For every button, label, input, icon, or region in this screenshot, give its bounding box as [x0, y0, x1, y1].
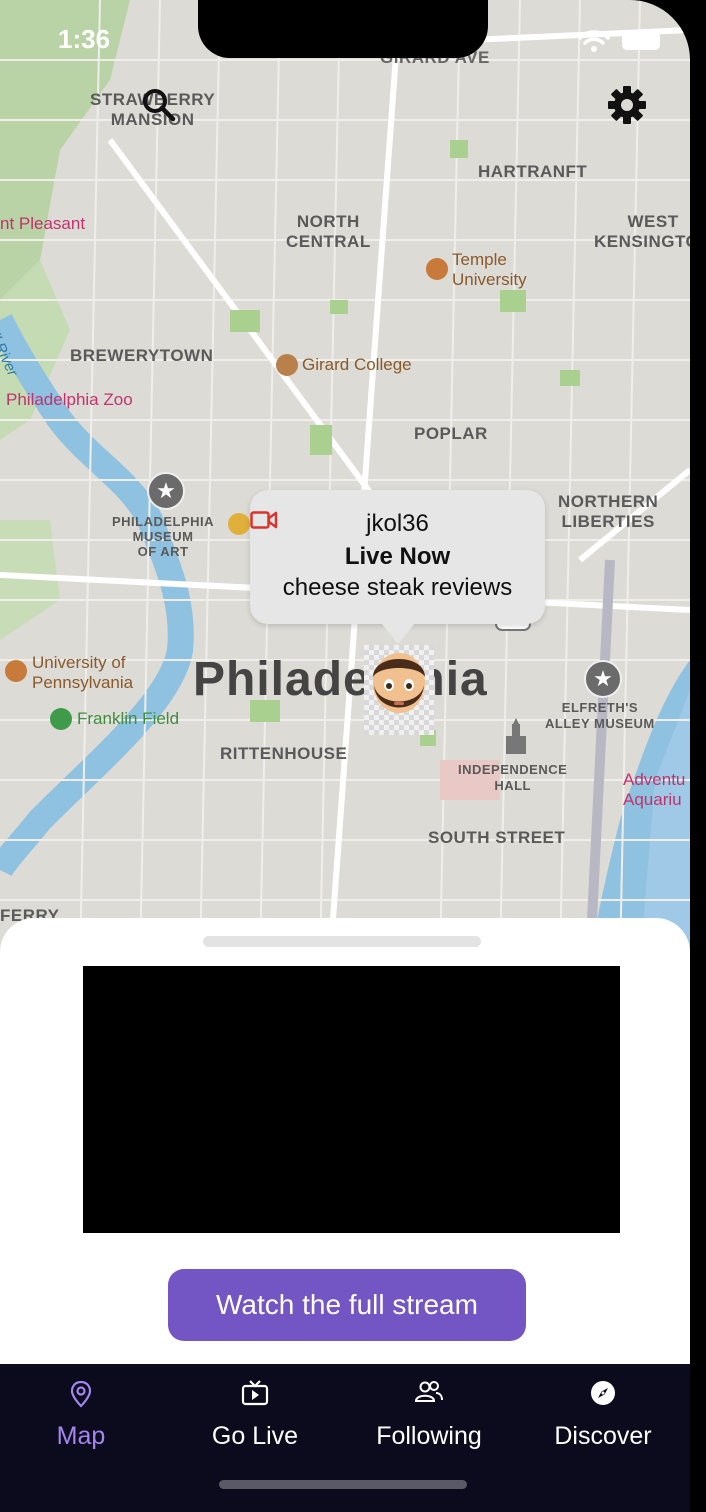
map-background — [0, 0, 690, 960]
map-label-elfreths: ELFRETH'S ALLEY MUSEUM — [545, 700, 655, 731]
university-icon — [426, 258, 448, 280]
phone-frame: STRAWBERRYMANSION GIRARD AVE HARTRANFT N… — [0, 0, 706, 1512]
map-label-northern-liberties: NORTHERN LIBERTIES — [558, 492, 659, 531]
map-label-brewerytown: BREWERYTOWN — [70, 346, 214, 365]
map-view[interactable]: STRAWBERRYMANSION GIRARD AVE HARTRANFT N… — [0, 0, 690, 960]
people-icon — [414, 1381, 443, 1402]
poi-mount-pleasant: nt Pleasant — [0, 214, 86, 233]
battery-icon — [622, 32, 660, 50]
wifi-icon — [578, 30, 610, 52]
shopping-cart-icon — [228, 513, 250, 535]
tab-following[interactable]: Following — [343, 1364, 515, 1464]
map-label-west-kensington: WESTKENSINGTON — [594, 212, 690, 251]
app-screen: STRAWBERRYMANSION GIRARD AVE HARTRANFT N… — [0, 0, 690, 1512]
star-landmark-icon-2: ★ — [584, 660, 622, 698]
callout-stream-title: cheese steak reviews — [282, 574, 513, 601]
poi-girard-college: Girard College — [302, 355, 412, 374]
university-icon-2 — [5, 660, 27, 682]
map-label-south-street: SOUTH STREET — [428, 828, 566, 847]
tab-following-label: Following — [376, 1422, 482, 1450]
building-icon — [506, 718, 526, 754]
home-indicator — [219, 1480, 467, 1489]
map-label-poplar: POPLAR — [414, 424, 488, 443]
tab-map-label: Map — [56, 1422, 106, 1450]
map-label-independence-hall: INDEPENDENCE HALL — [458, 762, 568, 793]
device-notch — [198, 0, 488, 58]
poi-upenn: University of Pennsylvania — [32, 653, 134, 692]
video-camera-icon — [250, 511, 278, 529]
stadium-icon — [50, 708, 72, 730]
stream-preview-sheet: Watch the full stream — [0, 918, 690, 1364]
map-label-rittenhouse: RITTENHOUSE — [220, 744, 348, 763]
tab-go-live-label: Go Live — [211, 1422, 299, 1450]
sheet-grabber[interactable] — [203, 936, 481, 947]
landmark-icon — [276, 354, 298, 376]
live-stream-callout[interactable]: jkol36 Live Now cheese steak reviews — [250, 490, 545, 644]
status-icons — [578, 30, 660, 52]
map-label-hartranft: HARTRANFT — [478, 162, 588, 181]
tab-map[interactable]: Map — [0, 1364, 167, 1464]
map-pin-icon — [70, 1380, 92, 1408]
status-time: 1:36 — [58, 24, 111, 54]
compass-icon — [591, 1381, 615, 1405]
map-city-label: Philadelphia — [193, 653, 488, 706]
map-label-north-central: NORTH CENTRAL — [286, 212, 371, 251]
callout-username: jkol36 — [366, 510, 429, 537]
search-button[interactable] — [140, 86, 178, 129]
settings-button[interactable] — [606, 84, 648, 131]
poi-zoo: Philadelphia Zoo — [6, 390, 133, 409]
streamer-avatar-marker[interactable] — [364, 645, 434, 735]
gear-icon — [608, 86, 646, 124]
video-player[interactable] — [83, 966, 620, 1233]
poi-temple: Temple University — [452, 250, 527, 289]
poi-franklin-field: Franklin Field — [77, 709, 180, 728]
star-landmark-icon: ★ — [147, 472, 185, 510]
map-label-phila-museum: PHILADELPHIA MUSEUM OF ART — [112, 514, 215, 559]
tab-bar: Map Go Live Following Discover — [0, 1364, 690, 1512]
tab-discover-label: Discover — [554, 1422, 652, 1450]
tab-go-live[interactable]: Go Live — [169, 1364, 341, 1464]
tab-discover[interactable]: Discover — [517, 1364, 689, 1464]
avatar-face — [373, 653, 425, 713]
callout-status: Live Now — [344, 543, 451, 570]
watch-full-stream-button[interactable]: Watch the full stream — [168, 1269, 526, 1341]
poi-aquarium: Adventu Aquariu — [623, 770, 686, 809]
tv-play-icon — [241, 1380, 269, 1406]
search-icon — [143, 89, 176, 122]
